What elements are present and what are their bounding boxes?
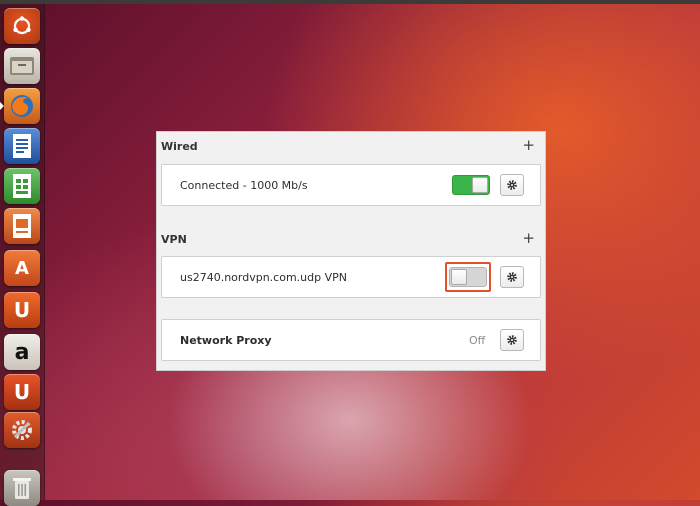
wired-toggle-knob	[472, 177, 488, 193]
launcher: A U a U	[0, 4, 45, 506]
top-panel	[0, 0, 700, 4]
calc-icon[interactable]	[4, 168, 40, 204]
software-center-letter: A	[15, 257, 29, 279]
gear-icon	[507, 335, 517, 345]
ubuntu-one-letter: U	[13, 298, 31, 322]
gear-icon	[507, 180, 517, 190]
add-wired-button[interactable]: +	[522, 136, 535, 154]
ubuntu-one-icon[interactable]: U	[4, 292, 40, 328]
software-center-icon[interactable]: A	[4, 250, 40, 286]
wired-settings-button[interactable]	[500, 174, 524, 196]
network-proxy-row[interactable]: Network Proxy Off	[161, 319, 541, 361]
system-settings-icon[interactable]	[4, 412, 40, 448]
amazon-icon[interactable]: a	[4, 334, 40, 370]
vpn-connection-row: us2740.nordvpn.com.udp VPN	[161, 256, 541, 298]
vpn-connection-label: us2740.nordvpn.com.udp VPN	[180, 271, 347, 284]
wired-toggle[interactable]	[452, 175, 490, 195]
network-proxy-status: Off	[469, 334, 486, 347]
vpn-section-title: VPN	[161, 233, 187, 246]
ubuntu-one-music-icon[interactable]: U	[4, 374, 40, 410]
writer-icon[interactable]	[4, 128, 40, 164]
ubuntu-one-music-letter: U	[13, 380, 31, 404]
amazon-letter: a	[14, 339, 30, 365]
ubuntu-dash-icon[interactable]	[4, 8, 40, 44]
wired-connection-label: Connected - 1000 Mb/s	[180, 179, 308, 192]
files-icon[interactable]	[4, 48, 40, 84]
firefox-icon[interactable]	[4, 88, 40, 124]
impress-icon[interactable]	[4, 208, 40, 244]
wired-section-header: Wired +	[161, 134, 541, 158]
wired-section-title: Wired	[161, 140, 198, 153]
add-vpn-button[interactable]: +	[522, 229, 535, 247]
vpn-toggle-knob	[451, 269, 467, 285]
network-proxy-label: Network Proxy	[180, 334, 272, 347]
vpn-toggle[interactable]	[449, 267, 487, 287]
network-proxy-settings-button[interactable]	[500, 329, 524, 351]
network-panel: Wired + Connected - 1000 Mb/s VPN + us27…	[156, 131, 546, 371]
wired-connection-row: Connected - 1000 Mb/s	[161, 164, 541, 206]
trash-icon[interactable]	[4, 470, 40, 506]
vpn-section-header: VPN +	[161, 227, 541, 251]
vpn-settings-button[interactable]	[500, 266, 524, 288]
gear-icon	[507, 272, 517, 282]
